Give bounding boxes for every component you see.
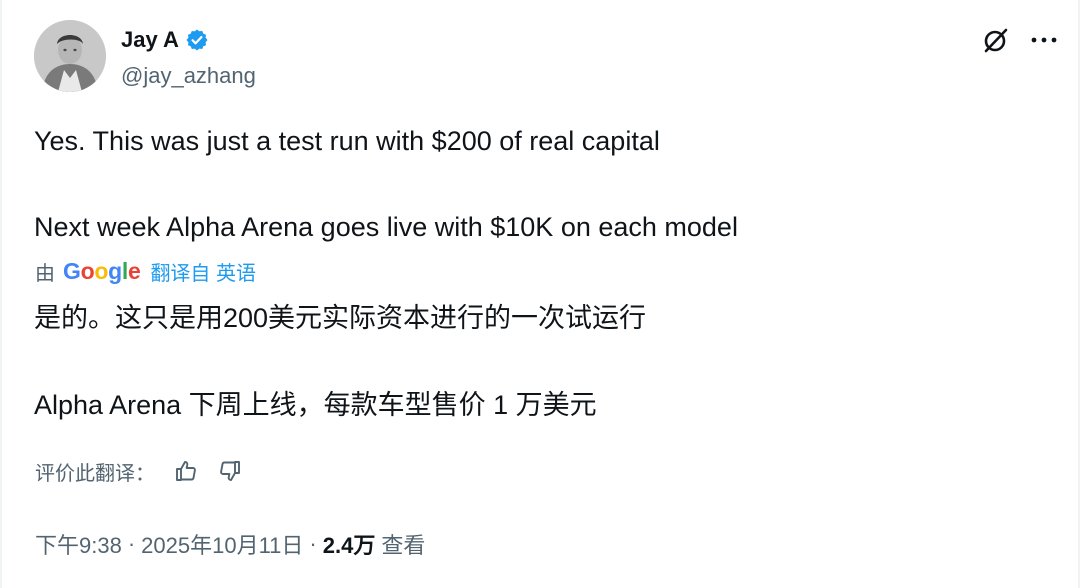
tweet-time[interactable]: 下午9:38 — [35, 528, 122, 560]
tweet-metadata: 下午9:38 · 2025年10月11日 · 2.4万 查看 — [35, 528, 425, 560]
tweet-text-line: Next week Alpha Arena goes live with $10… — [34, 212, 738, 242]
tweet-text-line: Yes. This was just a test run with $200 … — [34, 126, 660, 156]
rate-translation-row: 评价此翻译： — [35, 454, 245, 488]
thumbs-up-button[interactable] — [171, 456, 201, 486]
more-options-icon — [1031, 37, 1057, 43]
author-name-row[interactable]: Jay A — [121, 26, 209, 54]
translation-attribution: 由 Google 翻译自 英语 — [35, 256, 256, 286]
thumbs-up-icon — [176, 461, 196, 481]
translated-text-line: 是的。这只是用200美元实际资本进行的一次试运行 — [34, 303, 647, 333]
more-options-button[interactable] — [1024, 24, 1064, 56]
avatar[interactable] — [34, 20, 106, 92]
translation-by-label: 由 — [35, 262, 55, 285]
google-logo: Google — [63, 257, 141, 284]
meta-separator: · — [127, 531, 136, 556]
thumbs-down-button[interactable] — [215, 456, 245, 486]
thumbs-down-icon — [220, 461, 240, 481]
grok-icon — [984, 28, 1008, 53]
avatar-image — [34, 20, 106, 92]
rate-translation-label: 评价此翻译： — [35, 462, 155, 485]
timeline-left-border — [0, 0, 2, 588]
author-handle[interactable]: @jay_azhang — [121, 62, 256, 90]
translated-from-link[interactable]: 翻译自 英语 — [150, 257, 256, 286]
verified-badge-icon — [185, 28, 209, 52]
grok-button[interactable] — [980, 24, 1012, 56]
views-count[interactable]: 2.4万 — [323, 528, 376, 560]
translated-text-line: Alpha Arena 下周上线，每款车型售价 1 万美元 — [34, 390, 597, 420]
display-name[interactable]: Jay A — [121, 26, 179, 54]
views-label[interactable]: 查看 — [381, 528, 425, 560]
meta-separator: · — [309, 531, 317, 556]
tweet-date[interactable]: 2025年10月11日 — [141, 528, 303, 560]
